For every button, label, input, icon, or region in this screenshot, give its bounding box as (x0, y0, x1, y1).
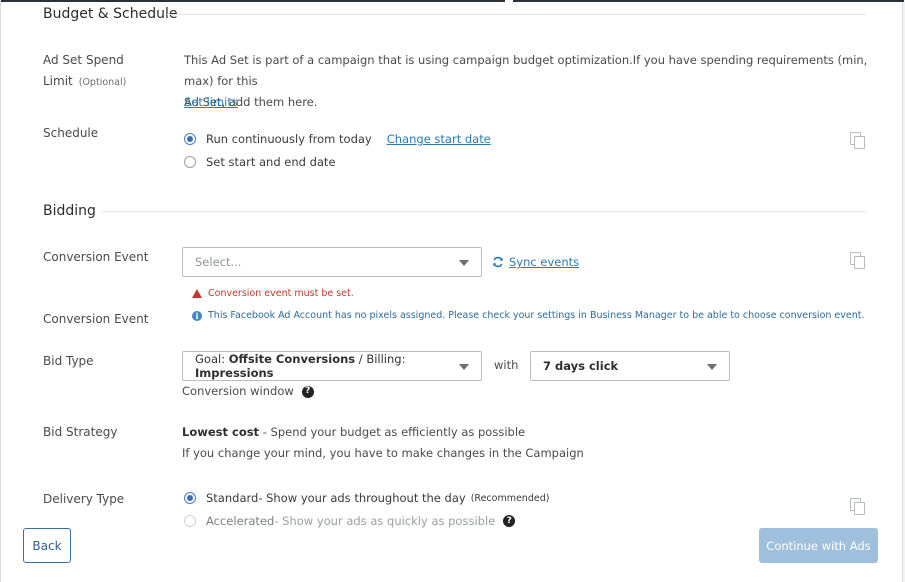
copy-icon[interactable] (850, 252, 865, 269)
top-border-right (513, 0, 904, 2)
schedule-option-start-end[interactable]: Set start and end date (184, 154, 336, 170)
conversion-window-value: 7 days click (543, 359, 619, 373)
radio-accelerated[interactable] (184, 515, 196, 527)
optional-tag: (Optional) (78, 77, 127, 88)
spend-limit-label: Ad Set Spend Limit (Optional) (43, 50, 126, 93)
spend-limit-label-line2: Limit (43, 74, 73, 88)
bid-strategy-description: - Spend your budget as efficiently as po… (259, 425, 526, 439)
recommended-tag: (Recommended) (470, 492, 550, 504)
bid-strategy-value: Lowest cost - Spend your budget as effic… (182, 422, 525, 443)
standard-description: - Show your ads throughout the day (258, 491, 466, 505)
billing-value: Impressions (195, 366, 274, 380)
top-border-left (1, 0, 505, 2)
bid-strategy-label: Bid Strategy (43, 425, 118, 439)
conversion-window-caption: Conversion window ? (182, 381, 314, 402)
bid-strategy-name: Lowest cost (182, 425, 260, 439)
conversion-window-label: Conversion window (182, 384, 294, 398)
schedule-option-continuous[interactable]: Run continuously from today Change start… (184, 131, 491, 147)
change-start-date-link[interactable]: Change start date (387, 132, 491, 146)
conversion-event-select[interactable]: Select... (182, 247, 482, 277)
spend-limit-text-line1: This Ad Set is part of a campaign that i… (184, 53, 868, 88)
standard-label: Standard (206, 491, 259, 505)
question-icon[interactable]: ? (503, 515, 516, 527)
billing-prefix: / Billing: (355, 352, 406, 366)
delivery-type-label: Delivery Type (43, 492, 125, 506)
set-limits-link[interactable]: Set limits (184, 95, 238, 109)
error-message: Conversion event must be set. (208, 288, 354, 299)
goal-value: Offsite Conversions (228, 352, 356, 366)
info-message: This Facebook Ad Account has no pixels a… (208, 310, 865, 321)
copy-icon[interactable] (850, 132, 865, 149)
question-icon[interactable]: ? (301, 385, 314, 398)
with-label: with (494, 358, 519, 372)
pixel-info: i This Facebook Ad Account has no pixels… (192, 310, 865, 321)
radio-continuous[interactable] (184, 133, 196, 145)
sync-events-link[interactable]: Sync events (509, 255, 579, 269)
conversion-event-label-2: Conversion Event (43, 312, 149, 326)
budget-section-divider (167, 14, 866, 15)
back-button[interactable]: Back (23, 528, 71, 563)
bid-strategy-note: If you change your mind, you have to mak… (182, 446, 584, 460)
chevron-down-icon (459, 364, 469, 370)
spend-limit-label-line1: Ad Set Spend (43, 53, 124, 67)
set-limits-wrap: Set limits (184, 92, 238, 113)
spend-limit-description: This Ad Set is part of a campaign that i… (184, 50, 874, 113)
accelerated-label: Accelerated (206, 514, 275, 528)
continue-with-ads-button[interactable]: Continue with Ads (759, 528, 878, 563)
schedule-label: Schedule (43, 126, 99, 140)
info-icon: i (192, 310, 202, 321)
bid-type-value: Goal: Offsite Conversions / Billing: Imp… (195, 352, 481, 380)
radio-start-end[interactable] (184, 156, 196, 168)
conversion-error: Conversion event must be set. (192, 288, 354, 299)
conversion-event-label: Conversion Event (43, 250, 149, 264)
ad-set-form-panel: Budget & Schedule Ad Set Spend Limit (Opt… (0, 0, 904, 582)
copy-icon[interactable] (850, 498, 865, 515)
sync-events-wrap[interactable]: Sync events (492, 252, 579, 273)
bidding-title: Bidding (43, 203, 96, 219)
sync-icon (493, 256, 503, 268)
warning-icon (192, 289, 202, 298)
delivery-option-standard[interactable]: Standard - Show your ads throughout the … (184, 490, 549, 506)
goal-prefix: Goal: (195, 352, 229, 366)
bidding-section-divider (101, 211, 866, 212)
conversion-event-placeholder: Select... (195, 255, 242, 269)
chevron-down-icon (459, 260, 469, 266)
delivery-option-accelerated[interactable]: Accelerated - Show your ads as quickly a… (184, 513, 516, 529)
continuous-label: Run continuously from today (206, 132, 372, 146)
bid-type-select[interactable]: Goal: Offsite Conversions / Billing: Imp… (182, 351, 482, 381)
radio-standard[interactable] (184, 492, 196, 504)
budget-schedule-title: Budget & Schedule (43, 6, 178, 22)
accelerated-description: - Show your ads as quickly as possible (274, 514, 496, 528)
bid-type-label: Bid Type (43, 354, 94, 368)
start-end-label: Set start and end date (206, 155, 336, 169)
conversion-window-select[interactable]: 7 days click (530, 351, 730, 381)
chevron-down-icon (707, 364, 717, 370)
